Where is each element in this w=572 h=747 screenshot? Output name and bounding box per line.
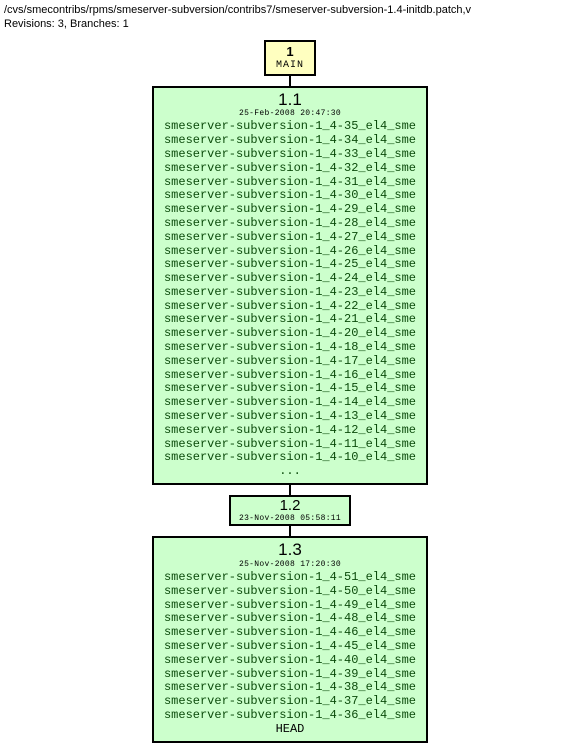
tag-label: smeserver-subversion-1_4-23_el4_sme <box>164 286 416 300</box>
tag-label: smeserver-subversion-1_4-15_el4_sme <box>164 382 416 396</box>
tag-label: smeserver-subversion-1_4-13_el4_sme <box>164 410 416 424</box>
ellipsis: ... <box>164 465 416 479</box>
tag-label: smeserver-subversion-1_4-30_el4_sme <box>164 189 416 203</box>
branch-number: 1 <box>276 44 304 60</box>
tag-label: smeserver-subversion-1_4-32_el4_sme <box>164 162 416 176</box>
revision-date: 25-Nov-2008 17:20:30 <box>164 560 416 569</box>
revision-1.1[interactable]: 1.1 25-Feb-2008 20:47:30 smeserver-subve… <box>152 86 428 485</box>
tag-label: smeserver-subversion-1_4-34_el4_sme <box>164 134 416 148</box>
connector-line <box>289 485 291 495</box>
branch-main[interactable]: 1 MAIN <box>264 40 316 76</box>
tag-label: smeserver-subversion-1_4-51_el4_sme <box>164 571 416 585</box>
tag-label: smeserver-subversion-1_4-37_el4_sme <box>164 695 416 709</box>
tag-label: smeserver-subversion-1_4-39_el4_sme <box>164 668 416 682</box>
tag-label: smeserver-subversion-1_4-28_el4_sme <box>164 217 416 231</box>
revision-tags: smeserver-subversion-1_4-35_el4_smesmese… <box>164 120 416 465</box>
tag-label: smeserver-subversion-1_4-20_el4_sme <box>164 327 416 341</box>
tag-label: smeserver-subversion-1_4-33_el4_sme <box>164 148 416 162</box>
file-path: /cvs/smecontribs/rpms/smeserver-subversi… <box>4 4 572 16</box>
revision-date: 23-Nov-2008 05:58:11 <box>239 515 341 524</box>
revision-tree: 1 MAIN 1.1 25-Feb-2008 20:47:30 smeserve… <box>4 40 572 743</box>
branch-name: MAIN <box>276 60 304 72</box>
tag-label: smeserver-subversion-1_4-25_el4_sme <box>164 258 416 272</box>
tag-label: smeserver-subversion-1_4-11_el4_sme <box>164 438 416 452</box>
revision-title: 1.1 <box>164 90 416 110</box>
tag-label: smeserver-subversion-1_4-50_el4_sme <box>164 585 416 599</box>
revision-1.3[interactable]: 1.3 25-Nov-2008 17:20:30 smeserver-subve… <box>152 536 428 742</box>
head-label: HEAD <box>164 723 416 737</box>
tag-label: smeserver-subversion-1_4-38_el4_sme <box>164 681 416 695</box>
tag-label: smeserver-subversion-1_4-16_el4_sme <box>164 369 416 383</box>
tag-label: smeserver-subversion-1_4-40_el4_sme <box>164 654 416 668</box>
revision-title: 1.3 <box>164 540 416 560</box>
tag-label: smeserver-subversion-1_4-29_el4_sme <box>164 203 416 217</box>
tag-label: smeserver-subversion-1_4-26_el4_sme <box>164 245 416 259</box>
tag-label: smeserver-subversion-1_4-31_el4_sme <box>164 176 416 190</box>
revision-tags: smeserver-subversion-1_4-51_el4_smesmese… <box>164 571 416 723</box>
connector-line <box>289 526 291 536</box>
tag-label: smeserver-subversion-1_4-45_el4_sme <box>164 640 416 654</box>
tag-label: smeserver-subversion-1_4-36_el4_sme <box>164 709 416 723</box>
revisions-info: Revisions: 3, Branches: 1 <box>4 18 572 30</box>
tag-label: smeserver-subversion-1_4-49_el4_sme <box>164 599 416 613</box>
revision-1.2[interactable]: 1.2 23-Nov-2008 05:58:11 <box>229 495 351 526</box>
tag-label: smeserver-subversion-1_4-17_el4_sme <box>164 355 416 369</box>
revision-title: 1.2 <box>239 498 341 515</box>
tag-label: smeserver-subversion-1_4-10_el4_sme <box>164 451 416 465</box>
tag-label: smeserver-subversion-1_4-18_el4_sme <box>164 341 416 355</box>
connector-line <box>289 76 291 86</box>
tag-label: smeserver-subversion-1_4-46_el4_sme <box>164 626 416 640</box>
tag-label: smeserver-subversion-1_4-22_el4_sme <box>164 300 416 314</box>
revision-date: 25-Feb-2008 20:47:30 <box>164 109 416 118</box>
tag-label: smeserver-subversion-1_4-48_el4_sme <box>164 612 416 626</box>
tag-label: smeserver-subversion-1_4-24_el4_sme <box>164 272 416 286</box>
tag-label: smeserver-subversion-1_4-12_el4_sme <box>164 424 416 438</box>
tag-label: smeserver-subversion-1_4-27_el4_sme <box>164 231 416 245</box>
tag-label: smeserver-subversion-1_4-14_el4_sme <box>164 396 416 410</box>
tag-label: smeserver-subversion-1_4-21_el4_sme <box>164 313 416 327</box>
tag-label: smeserver-subversion-1_4-35_el4_sme <box>164 120 416 134</box>
